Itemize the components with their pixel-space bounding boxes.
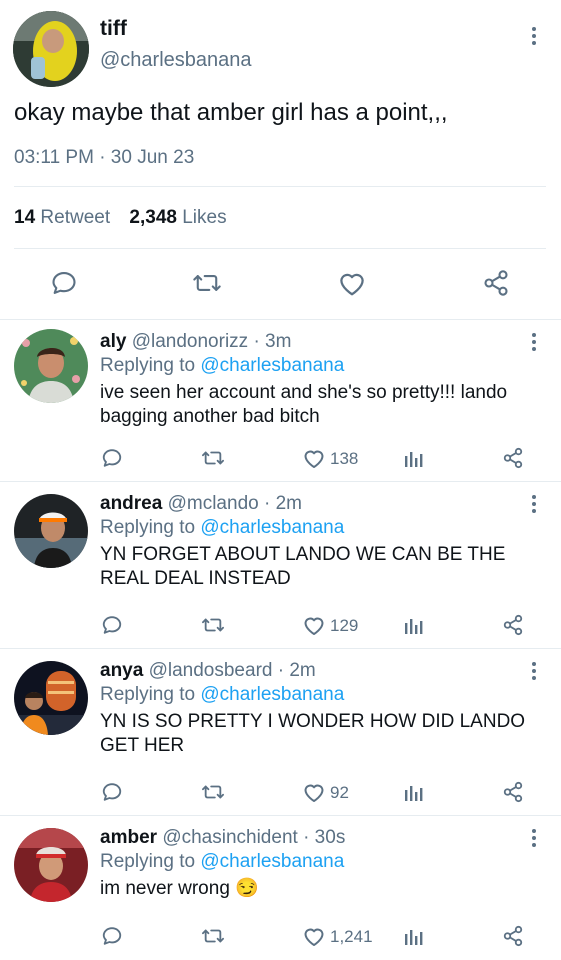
reply-icon[interactable] xyxy=(101,614,123,636)
more-options-icon[interactable] xyxy=(531,333,537,354)
more-options-icon[interactable] xyxy=(531,662,537,683)
reply-text: im never wrong 😏 xyxy=(100,878,259,899)
replying-to-label: Replying to xyxy=(100,684,196,705)
analytics-icon[interactable] xyxy=(404,782,424,802)
like-icon[interactable] xyxy=(302,447,326,469)
more-options-icon[interactable] xyxy=(531,27,537,48)
reply-text: YN IS SO PRETTY I WONDER HOW DID LANDO G… xyxy=(100,711,526,756)
reply-time: · 2m xyxy=(263,493,302,514)
reply-text: YN FORGET ABOUT LANDO WE CAN BE THE REAL… xyxy=(100,544,506,589)
reply-avatar[interactable] xyxy=(14,661,88,735)
replying-to: Replying to @charlesbanana xyxy=(100,355,344,377)
reply-tweet[interactable]: aly @landonorizz · 3m Replying to @charl… xyxy=(0,320,561,482)
retweet-icon[interactable] xyxy=(201,781,225,803)
reply-icon[interactable] xyxy=(101,781,123,803)
like-count: 129 xyxy=(330,616,359,635)
replying-to: Replying to @charlesbanana xyxy=(100,851,344,873)
replying-to-label: Replying to xyxy=(100,851,196,872)
reply-time: · 30s xyxy=(303,827,346,848)
replying-to-label: Replying to xyxy=(100,517,196,538)
reply-author-name[interactable]: anya xyxy=(100,660,143,681)
replying-to-link[interactable]: @charlesbanana xyxy=(200,355,344,376)
like-count: 138 xyxy=(330,449,359,468)
replying-to-link[interactable]: @charlesbanana xyxy=(200,684,344,705)
analytics-icon[interactable] xyxy=(404,615,424,635)
share-icon[interactable] xyxy=(502,447,524,469)
reply-icon[interactable] xyxy=(101,925,123,947)
retweet-icon[interactable] xyxy=(192,269,222,297)
share-icon[interactable] xyxy=(481,269,511,297)
like-label[interactable]: Likes xyxy=(182,207,226,228)
share-icon[interactable] xyxy=(502,781,524,803)
analytics-icon[interactable] xyxy=(404,448,424,468)
more-options-icon[interactable] xyxy=(531,495,537,516)
reply-author-name[interactable]: amber xyxy=(100,827,157,848)
reply-author-handle[interactable]: @landosbeard xyxy=(149,660,273,681)
reply-header: andrea @mclando · 2m xyxy=(100,493,302,515)
like-count: 1,241 xyxy=(330,927,373,946)
author-avatar[interactable] xyxy=(13,11,89,87)
reply-author-handle[interactable]: @chasinchident xyxy=(162,827,297,848)
reply-avatar[interactable] xyxy=(14,329,88,403)
retweet-icon[interactable] xyxy=(201,447,225,469)
reply-author-handle[interactable]: @landonorizz xyxy=(132,331,248,352)
reply-author-handle[interactable]: @mclando xyxy=(168,493,259,514)
more-options-icon[interactable] xyxy=(531,829,537,850)
share-icon[interactable] xyxy=(502,614,524,636)
retweet-count[interactable]: 14 xyxy=(14,207,35,228)
author-name[interactable]: tiff xyxy=(100,17,127,41)
like-icon[interactable] xyxy=(302,781,326,803)
divider xyxy=(14,248,546,249)
like-icon[interactable] xyxy=(337,269,367,297)
replying-to-link[interactable]: @charlesbanana xyxy=(200,851,344,872)
reply-tweet[interactable]: amber @chasinchident · 30s Replying to @… xyxy=(0,816,561,960)
main-tweet: tiff @charlesbanana okay maybe that ambe… xyxy=(0,0,561,320)
author-handle[interactable]: @charlesbanana xyxy=(100,49,252,72)
share-icon[interactable] xyxy=(502,925,524,947)
like-count[interactable]: 2,348 xyxy=(129,207,177,228)
reply-author-name[interactable]: andrea xyxy=(100,493,162,514)
retweet-label[interactable]: Retweet xyxy=(40,207,110,228)
reply-text: ive seen her account and she's so pretty… xyxy=(100,382,508,427)
reply-header: amber @chasinchident · 30s xyxy=(100,827,345,849)
reply-icon[interactable] xyxy=(101,447,123,469)
reply-time: · 3m xyxy=(253,331,292,352)
replying-to: Replying to @charlesbanana xyxy=(100,684,344,706)
like-icon[interactable] xyxy=(302,614,326,636)
reply-header: aly @landonorizz · 3m xyxy=(100,331,291,353)
retweet-icon[interactable] xyxy=(201,925,225,947)
like-count: 92 xyxy=(330,783,349,802)
tweet-text: okay maybe that amber girl has a point,,… xyxy=(14,99,448,126)
replying-to-label: Replying to xyxy=(100,355,196,376)
retweet-icon[interactable] xyxy=(201,614,225,636)
replying-to: Replying to @charlesbanana xyxy=(100,517,344,539)
reply-icon[interactable] xyxy=(50,269,78,297)
reply-avatar[interactable] xyxy=(14,494,88,568)
tweet-stats: 14 Retweet 2,348 Likes xyxy=(14,207,227,229)
reply-avatar[interactable] xyxy=(14,828,88,902)
like-icon[interactable] xyxy=(302,925,326,947)
analytics-icon[interactable] xyxy=(404,926,424,946)
reply-author-name[interactable]: aly xyxy=(100,331,126,352)
tweet-timestamp[interactable]: 03:11 PM · 30 Jun 23 xyxy=(14,147,194,169)
divider xyxy=(14,186,546,187)
reply-tweet[interactable]: anya @landosbeard · 2m Replying to @char… xyxy=(0,649,561,816)
reply-tweet[interactable]: andrea @mclando · 2m Replying to @charle… xyxy=(0,482,561,649)
reply-time: · 2m xyxy=(277,660,316,681)
reply-header: anya @landosbeard · 2m xyxy=(100,660,316,682)
replying-to-link[interactable]: @charlesbanana xyxy=(200,517,344,538)
